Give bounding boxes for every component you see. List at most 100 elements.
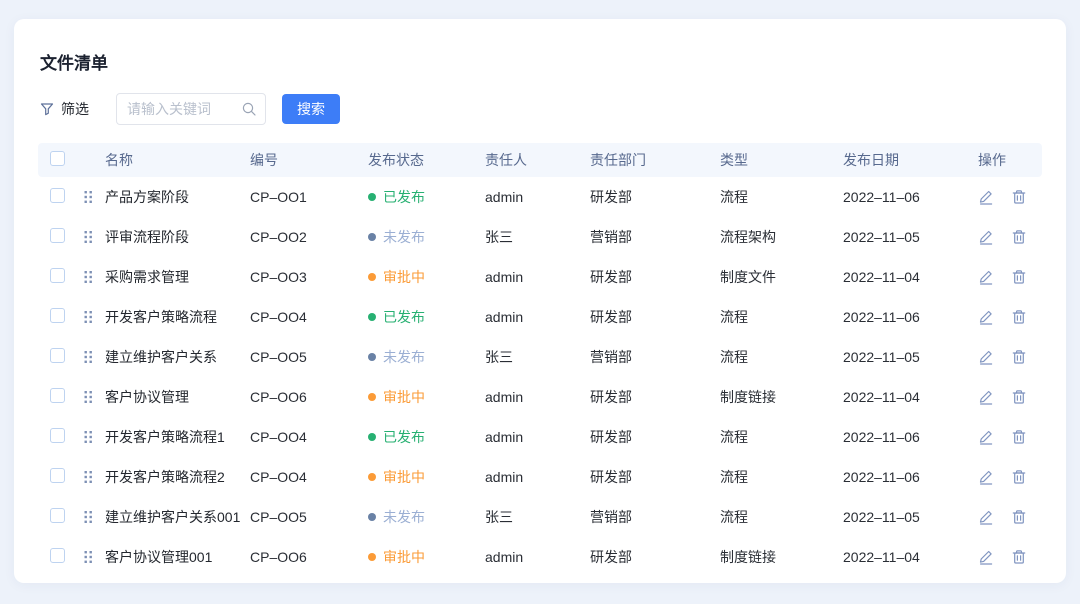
row-date: 2022–11–04 bbox=[843, 389, 978, 405]
table-row: 建立维护客户关系 CP–OO5 未发布 张三 营销部 流程 2022–11–05 bbox=[38, 337, 1042, 377]
row-checkbox[interactable] bbox=[50, 268, 65, 283]
table-row: 评审流程阶段 CP–OO2 未发布 张三 营销部 流程架构 2022–11–05 bbox=[38, 217, 1042, 257]
row-code: CP–OO5 bbox=[250, 509, 368, 525]
row-code: CP–OO5 bbox=[250, 349, 368, 365]
table-row: 客户协议管理001 CP–OO6 审批中 admin 研发部 制度链接 2022… bbox=[38, 537, 1042, 577]
filter-label: 筛选 bbox=[61, 99, 89, 119]
table-row: 建立维护客户关系001 CP–OO5 未发布 张三 营销部 流程 2022–11… bbox=[38, 497, 1042, 537]
drag-handle-icon[interactable] bbox=[84, 390, 93, 404]
row-status: 未发布 bbox=[368, 347, 485, 367]
drag-handle-icon[interactable] bbox=[84, 350, 93, 364]
select-all-checkbox[interactable] bbox=[50, 151, 65, 166]
delete-icon[interactable] bbox=[1011, 509, 1027, 525]
drag-handle-icon[interactable] bbox=[84, 470, 93, 484]
row-type: 流程 bbox=[720, 347, 843, 367]
row-date: 2022–11–05 bbox=[843, 229, 978, 245]
edit-icon[interactable] bbox=[978, 229, 994, 245]
edit-icon[interactable] bbox=[978, 309, 994, 325]
drag-handle-icon[interactable] bbox=[84, 270, 93, 284]
row-code: CP–OO1 bbox=[250, 189, 368, 205]
drag-handle-icon[interactable] bbox=[84, 190, 93, 204]
row-checkbox[interactable] bbox=[50, 228, 65, 243]
delete-icon[interactable] bbox=[1011, 549, 1027, 565]
row-actions bbox=[978, 349, 1042, 365]
table-row: 产品方案阶段 CP–OO1 已发布 admin 研发部 流程 2022–11–0… bbox=[38, 177, 1042, 217]
row-dept: 研发部 bbox=[590, 187, 720, 207]
row-dept: 研发部 bbox=[590, 267, 720, 287]
row-actions bbox=[978, 509, 1042, 525]
row-date: 2022–11–04 bbox=[843, 549, 978, 565]
col-header-date: 发布日期 bbox=[843, 150, 978, 170]
row-type: 制度链接 bbox=[720, 387, 843, 407]
edit-icon[interactable] bbox=[978, 189, 994, 205]
delete-icon[interactable] bbox=[1011, 269, 1027, 285]
row-dept: 营销部 bbox=[590, 347, 720, 367]
delete-icon[interactable] bbox=[1011, 309, 1027, 325]
delete-icon[interactable] bbox=[1011, 229, 1027, 245]
edit-icon[interactable] bbox=[978, 549, 994, 565]
row-actions bbox=[978, 389, 1042, 405]
row-status: 审批中 bbox=[368, 267, 485, 287]
table-header: 名称 编号 发布状态 责任人 责任部门 类型 发布日期 操作 bbox=[38, 143, 1042, 177]
row-owner: 张三 bbox=[485, 227, 590, 247]
row-date: 2022–11–05 bbox=[843, 509, 978, 525]
filter-button[interactable]: 筛选 bbox=[40, 99, 89, 119]
row-owner: admin bbox=[485, 309, 590, 325]
row-date: 2022–11–06 bbox=[843, 189, 978, 205]
delete-icon[interactable] bbox=[1011, 429, 1027, 445]
drag-handle-icon[interactable] bbox=[84, 430, 93, 444]
row-dept: 营销部 bbox=[590, 507, 720, 527]
row-checkbox[interactable] bbox=[50, 468, 65, 483]
delete-icon[interactable] bbox=[1011, 349, 1027, 365]
row-type: 流程 bbox=[720, 427, 843, 447]
table-row: 客户协议管理 CP–OO6 审批中 admin 研发部 制度链接 2022–11… bbox=[38, 377, 1042, 417]
row-type: 制度链接 bbox=[720, 547, 843, 567]
file-table: 名称 编号 发布状态 责任人 责任部门 类型 发布日期 操作 产品方案阶段 CP… bbox=[38, 143, 1042, 577]
row-actions bbox=[978, 229, 1042, 245]
search-icon[interactable] bbox=[241, 101, 257, 117]
delete-icon[interactable] bbox=[1011, 389, 1027, 405]
row-owner: admin bbox=[485, 469, 590, 485]
status-dot-icon bbox=[368, 393, 376, 401]
row-checkbox[interactable] bbox=[50, 308, 65, 323]
drag-handle-icon[interactable] bbox=[84, 550, 93, 564]
row-status: 已发布 bbox=[368, 307, 485, 327]
page-title: 文件清单 bbox=[40, 49, 1042, 74]
row-dept: 研发部 bbox=[590, 467, 720, 487]
row-checkbox[interactable] bbox=[50, 188, 65, 203]
edit-icon[interactable] bbox=[978, 349, 994, 365]
delete-icon[interactable] bbox=[1011, 469, 1027, 485]
row-name: 开发客户策略流程 bbox=[105, 307, 250, 327]
row-checkbox[interactable] bbox=[50, 388, 65, 403]
row-dept: 研发部 bbox=[590, 387, 720, 407]
row-code: CP–OO2 bbox=[250, 229, 368, 245]
edit-icon[interactable] bbox=[978, 269, 994, 285]
status-dot-icon bbox=[368, 473, 376, 481]
row-checkbox[interactable] bbox=[50, 508, 65, 523]
row-checkbox[interactable] bbox=[50, 428, 65, 443]
row-status: 已发布 bbox=[368, 427, 485, 447]
row-checkbox[interactable] bbox=[50, 348, 65, 363]
edit-icon[interactable] bbox=[978, 429, 994, 445]
edit-icon[interactable] bbox=[978, 509, 994, 525]
row-owner: 张三 bbox=[485, 347, 590, 367]
drag-handle-icon[interactable] bbox=[84, 510, 93, 524]
drag-handle-icon[interactable] bbox=[84, 310, 93, 324]
table-row: 开发客户策略流程1 CP–OO4 已发布 admin 研发部 流程 2022–1… bbox=[38, 417, 1042, 457]
table-row: 开发客户策略流程 CP–OO4 已发布 admin 研发部 流程 2022–11… bbox=[38, 297, 1042, 337]
edit-icon[interactable] bbox=[978, 469, 994, 485]
row-owner: admin bbox=[485, 269, 590, 285]
row-checkbox[interactable] bbox=[50, 548, 65, 563]
row-type: 流程 bbox=[720, 507, 843, 527]
delete-icon[interactable] bbox=[1011, 189, 1027, 205]
search-button[interactable]: 搜索 bbox=[282, 94, 340, 124]
status-dot-icon bbox=[368, 353, 376, 361]
row-type: 流程 bbox=[720, 187, 843, 207]
file-list-card: 文件清单 筛选 搜索 名称 编号 发布状态 责任人 责任部门 类型 发布日期 bbox=[14, 19, 1066, 583]
row-status: 未发布 bbox=[368, 507, 485, 527]
row-dept: 营销部 bbox=[590, 227, 720, 247]
row-actions bbox=[978, 269, 1042, 285]
edit-icon[interactable] bbox=[978, 389, 994, 405]
drag-handle-icon[interactable] bbox=[84, 230, 93, 244]
row-date: 2022–11–04 bbox=[843, 269, 978, 285]
